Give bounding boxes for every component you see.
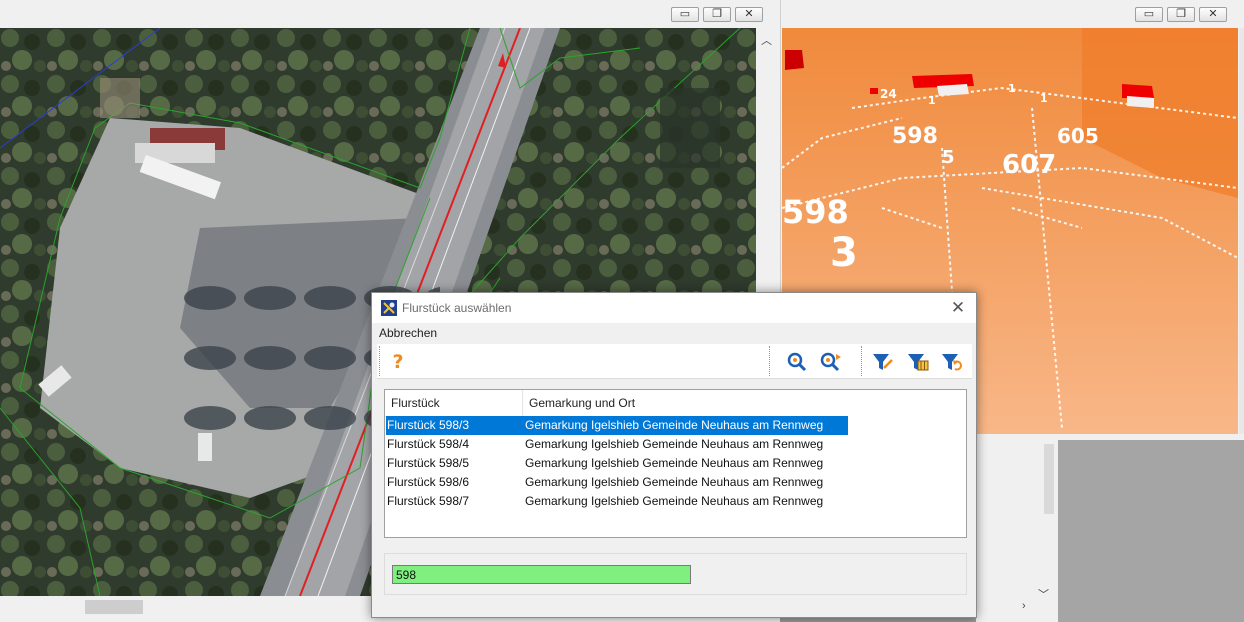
location-cell: Gemarkung Igelshieb Gemeinde Neuhaus am … — [525, 494, 824, 508]
maximize-button[interactable]: ❐ — [1167, 7, 1195, 22]
maximize-button[interactable]: ❐ — [703, 7, 731, 22]
parcel-cell: Flurstück 598/6 — [387, 475, 470, 489]
list-item[interactable]: Flurstück 598/7 Gemarkung Igelshieb Geme… — [386, 492, 848, 511]
location-cell: Gemarkung Igelshieb Gemeinde Neuhaus am … — [525, 456, 824, 470]
chevron-up-icon[interactable]: ︿ — [761, 32, 772, 48]
list-item[interactable]: Flurstück 598/4 Gemarkung Igelshieb Geme… — [386, 435, 848, 454]
list-item[interactable]: Flurstück 598/3 Gemarkung Igelshieb Geme… — [386, 416, 848, 435]
zoom-parcel-button[interactable] — [786, 351, 808, 373]
filter-reset-icon — [942, 354, 962, 371]
toolbar-separator — [769, 346, 770, 376]
minimize-button[interactable]: ▭ — [1135, 7, 1163, 22]
parcel-select-dialog: Flurstück auswählen ✕ Abbrechen ? Flurst… — [371, 292, 977, 618]
close-icon[interactable]: ✕ — [948, 298, 968, 318]
scene-label: 3 — [830, 230, 858, 276]
filter-table-button[interactable] — [907, 351, 929, 373]
toolbar-separator — [379, 346, 380, 376]
filter-reset-button[interactable] — [941, 351, 963, 373]
minimize-button[interactable]: ▭ — [671, 7, 699, 22]
scene-label: 605 — [1057, 124, 1099, 148]
map-window-controls: ▭ ❐ ✕ — [671, 7, 763, 22]
scene-label: 1 — [928, 94, 936, 107]
list-item[interactable]: Flurstück 598/6 Gemarkung Igelshieb Geme… — [386, 473, 848, 492]
parcel-cell: Flurstück 598/4 — [387, 437, 470, 451]
desktop-background — [1058, 440, 1244, 622]
scene-label: 598 — [892, 124, 938, 149]
scene-label: 1 — [1008, 82, 1016, 95]
dialog-toolbar: ? — [377, 344, 972, 379]
scene-label: 607 — [1002, 150, 1056, 180]
location-cell: Gemarkung Igelshieb Gemeinde Neuhaus am … — [525, 437, 824, 451]
map-scroll-thumb[interactable] — [85, 600, 143, 614]
help-icon: ? — [392, 351, 404, 373]
location-cell: Gemarkung Igelshieb Gemeinde Neuhaus am … — [525, 475, 824, 489]
toolbar-separator — [861, 346, 862, 376]
help-button[interactable]: ? — [387, 351, 409, 373]
close-button[interactable]: ✕ — [1199, 7, 1227, 22]
zoom-next-button[interactable] — [820, 351, 842, 373]
filter-edit-button[interactable] — [872, 351, 894, 373]
scroll-thumb[interactable] — [1044, 444, 1054, 514]
dialog-titlebar[interactable]: Flurstück auswählen ✕ — [372, 293, 976, 323]
parcel-cell: Flurstück 598/7 — [387, 494, 470, 508]
parcel-cell: Flurstück 598/5 — [387, 456, 470, 470]
zoom-next-icon — [820, 352, 841, 372]
parcel-cell: Flurstück 598/3 — [387, 418, 470, 432]
scene-label: 598 — [782, 193, 849, 231]
zoom-parcel-icon — [787, 352, 807, 372]
column-header-parcel[interactable]: Flurstück — [385, 390, 523, 416]
chevron-right-icon[interactable]: › — [1022, 600, 1026, 612]
app-icon — [381, 300, 397, 316]
parcel-list[interactable]: Flurstück Gemarkung und Ort Flurstück 59… — [384, 389, 967, 538]
filter-edit-icon — [873, 354, 893, 370]
cancel-menu-item[interactable]: Abbrechen — [379, 326, 437, 340]
parcel-search-input[interactable] — [392, 565, 691, 584]
chevron-down-icon[interactable]: ﹀ — [1038, 586, 1049, 602]
filter-table-icon — [908, 354, 929, 371]
scene-label: 5 — [942, 147, 955, 168]
scene-label: 1 — [1040, 92, 1048, 105]
parcel-list-header: Flurstück Gemarkung und Ort — [385, 390, 848, 417]
3d-window-controls: ▭ ❐ ✕ — [1135, 7, 1227, 22]
dialog-title: Flurstück auswählen — [402, 301, 512, 315]
close-button[interactable]: ✕ — [735, 7, 763, 22]
column-header-location[interactable]: Gemarkung und Ort — [523, 390, 848, 416]
3d-vertical-scrollbar[interactable] — [1239, 28, 1244, 434]
list-item[interactable]: Flurstück 598/5 Gemarkung Igelshieb Geme… — [386, 454, 848, 473]
window-background: ﹀ › — [976, 440, 1058, 622]
scene-label: 24 — [880, 87, 897, 101]
location-cell: Gemarkung Igelshieb Gemeinde Neuhaus am … — [525, 418, 824, 432]
